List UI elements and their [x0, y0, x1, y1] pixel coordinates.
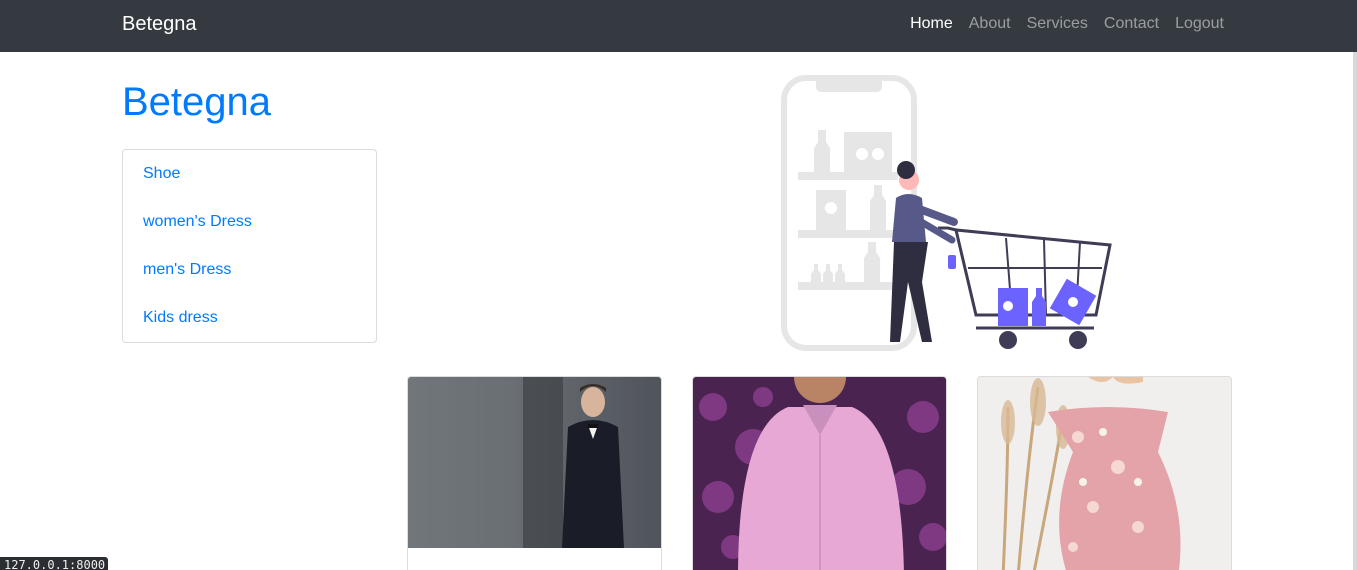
category-item-shoe[interactable]: Shoe: [123, 150, 376, 198]
nav-link-home[interactable]: Home: [910, 15, 953, 33]
man-in-tuxedo-photo: [408, 377, 661, 548]
category-item-womens-dress[interactable]: women's Dress: [123, 198, 376, 246]
shopping-cart-illustration: [781, 75, 1112, 351]
nav-link-services[interactable]: Services: [1027, 15, 1088, 33]
brand-link[interactable]: Betegna: [122, 13, 197, 36]
product-card[interactable]: [407, 376, 662, 570]
nav-link-about[interactable]: About: [969, 15, 1011, 33]
category-item-mens-dress[interactable]: men's Dress: [123, 246, 376, 294]
category-list: Shoe women's Dress men's Dress Kids dres…: [122, 149, 377, 343]
category-item-kids-dress[interactable]: Kids dress: [123, 294, 376, 342]
product-card[interactable]: [692, 376, 947, 570]
product-card[interactable]: [977, 376, 1232, 570]
nav-links: Home About Services Contact Logout: [910, 15, 1224, 33]
navbar: Betegna Home About Services Contact Logo…: [0, 0, 1357, 52]
nav-link-contact[interactable]: Contact: [1104, 15, 1159, 33]
page-scrollbar[interactable]: [1353, 52, 1357, 570]
page-title: Betegna: [122, 80, 272, 124]
nav-link-logout[interactable]: Logout: [1175, 15, 1224, 33]
status-bar-url: 127.0.0.1:8000: [0, 557, 108, 570]
floral-off-shoulder-dress-photo: [978, 377, 1231, 570]
man-in-pink-shirt-photo: [693, 377, 946, 570]
